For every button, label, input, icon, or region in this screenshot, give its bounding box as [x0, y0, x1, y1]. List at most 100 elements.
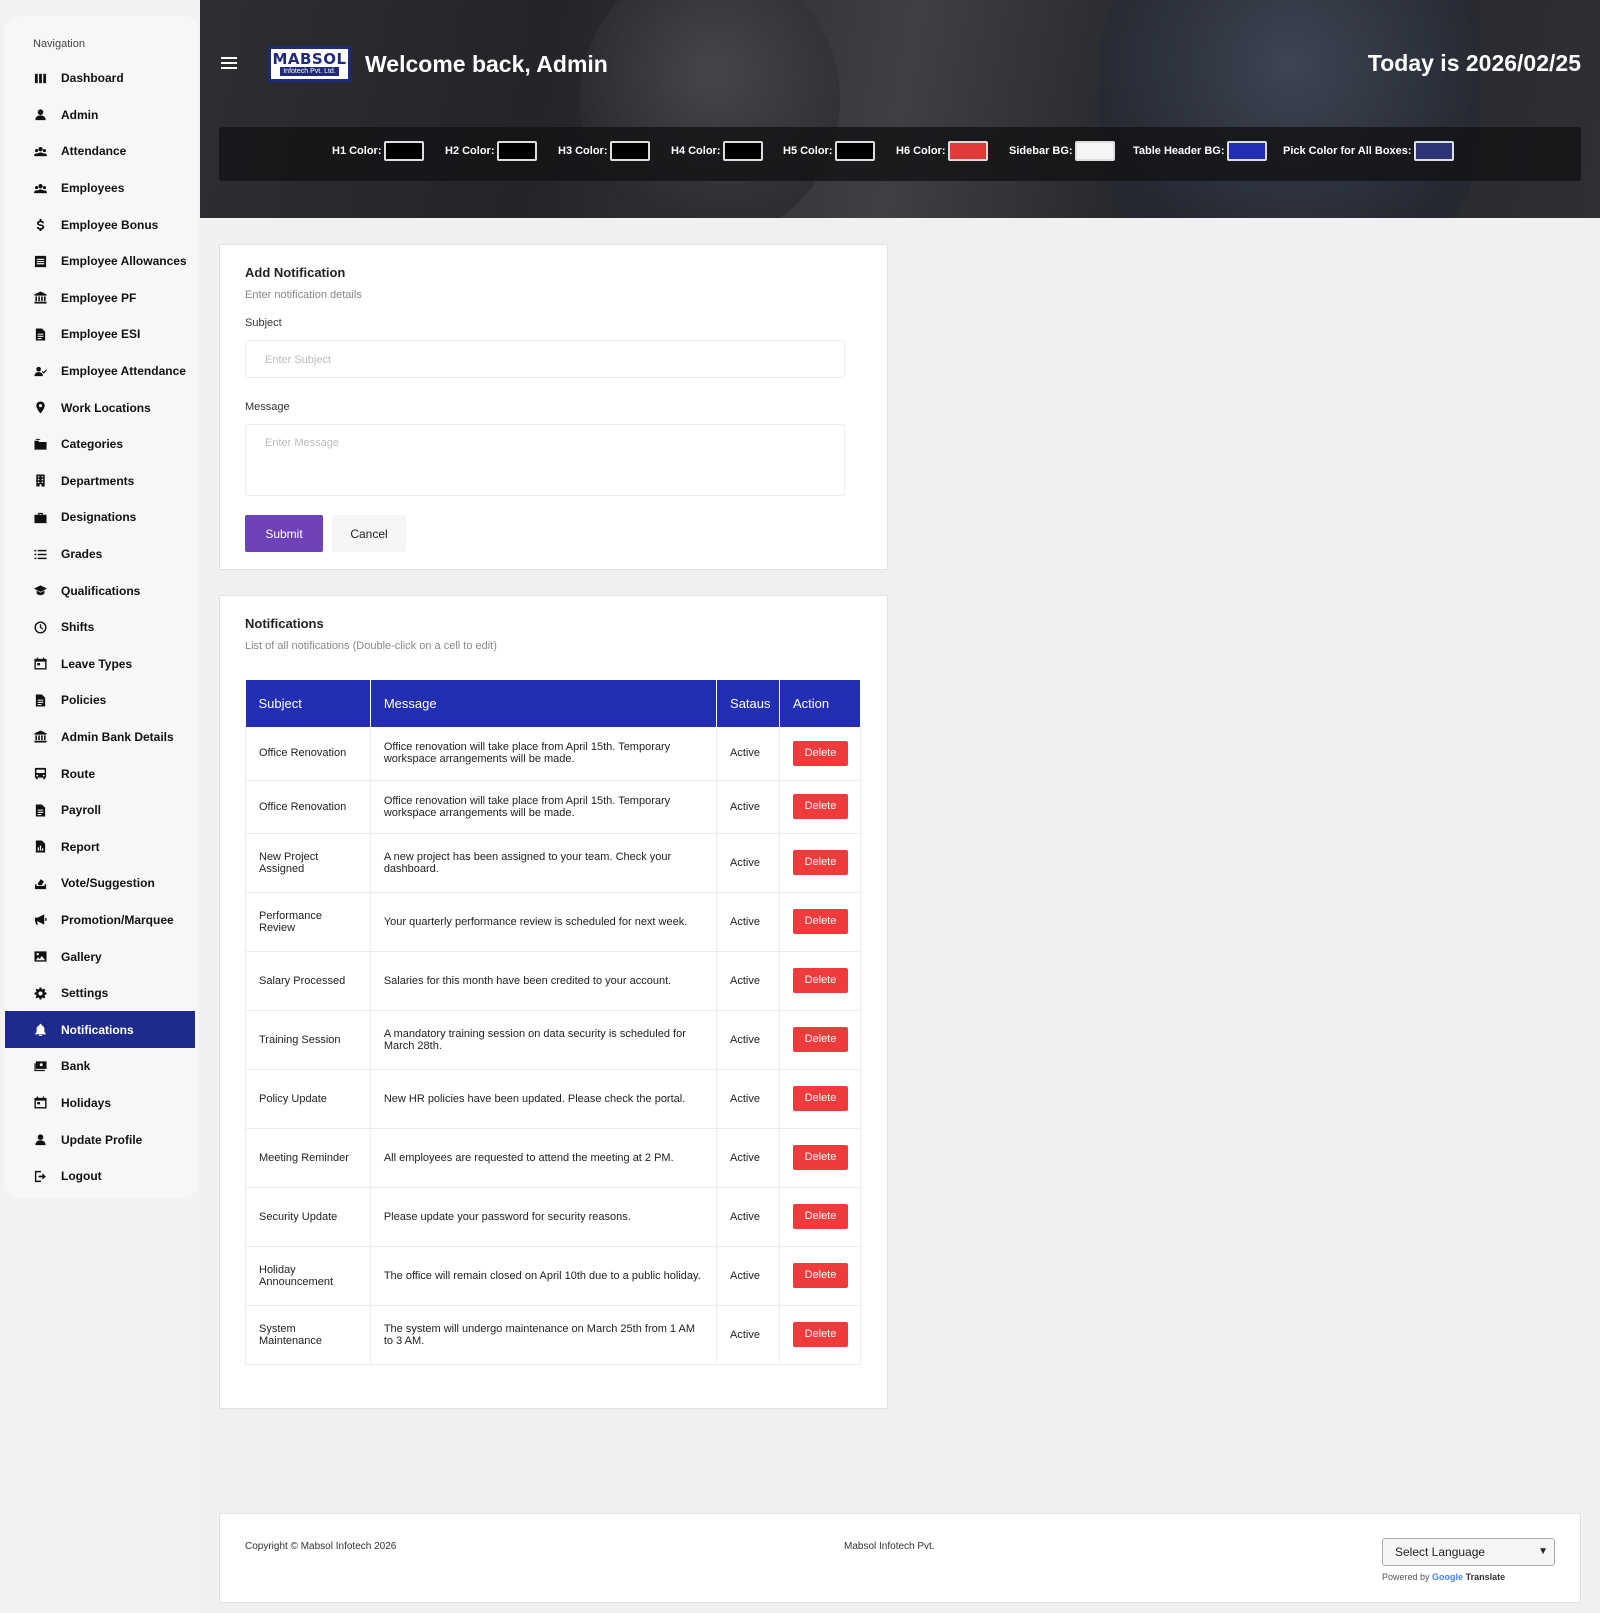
sidebar-item-update-profile[interactable]: Update Profile	[5, 1121, 195, 1158]
sidebar-item-gallery[interactable]: Gallery	[5, 938, 195, 975]
sidebar-item-admin-bank-details[interactable]: Admin Bank Details	[5, 719, 195, 756]
cell-subject[interactable]: Holiday Announcement	[245, 1246, 371, 1306]
sidebar-item-report[interactable]: Report	[5, 828, 195, 865]
sidebar-item-shifts[interactable]: Shifts	[5, 609, 195, 646]
sidebar-item-payroll[interactable]: Payroll	[5, 792, 195, 829]
cell-status[interactable]: Active	[716, 833, 780, 893]
cell-message[interactable]: The office will remain closed on April 1…	[370, 1246, 718, 1306]
sidebar-item-grades[interactable]: Grades	[5, 536, 195, 573]
color-swatch[interactable]	[1226, 141, 1267, 161]
sidebar-item-holidays[interactable]: Holidays	[5, 1085, 195, 1122]
bank-icon	[33, 291, 47, 305]
color-swatch[interactable]	[947, 141, 988, 161]
sidebar-item-employee-esi[interactable]: Employee ESI	[5, 316, 195, 353]
delete-button[interactable]: Delete	[792, 909, 848, 934]
cell-message[interactable]: A mandatory training session on data sec…	[370, 1010, 718, 1070]
color-swatch[interactable]	[1074, 141, 1115, 161]
delete-button[interactable]: Delete	[792, 794, 848, 819]
sidebar-item-dashboard[interactable]: Dashboard	[5, 60, 195, 97]
cell-subject[interactable]: Office Renovation	[245, 727, 371, 781]
cell-message[interactable]: Your quarterly performance review is sch…	[370, 892, 718, 952]
sidebar-item-employee-bonus[interactable]: Employee Bonus	[5, 206, 195, 243]
menu-toggle-icon[interactable]	[221, 57, 237, 69]
cell-message[interactable]: Office renovation will take place from A…	[370, 727, 718, 781]
color-picker-label: H1 Color:	[332, 145, 382, 157]
cell-subject[interactable]: Security Update	[245, 1187, 371, 1247]
submit-button[interactable]: Submit	[245, 515, 323, 552]
cell-status[interactable]: Active	[716, 1069, 780, 1129]
cell-subject[interactable]: System Maintenance	[245, 1305, 371, 1365]
delete-button[interactable]: Delete	[792, 740, 848, 766]
subject-input[interactable]: Enter Subject	[245, 340, 845, 378]
sidebar-item-employees[interactable]: Employees	[5, 170, 195, 207]
delete-button[interactable]: Delete	[792, 968, 848, 993]
language-select[interactable]: Select Language ▼	[1382, 1538, 1555, 1566]
cell-status[interactable]: Active	[716, 780, 780, 834]
translate-link[interactable]: Translate	[1466, 1572, 1506, 1582]
sidebar-item-employee-attendance[interactable]: Employee Attendance	[5, 353, 195, 390]
sidebar-item-vote-suggestion[interactable]: Vote/Suggestion	[5, 865, 195, 902]
sidebar-item-departments[interactable]: Departments	[5, 463, 195, 500]
cell-message[interactable]: All employees are requested to attend th…	[370, 1128, 718, 1188]
sidebar-item-employee-pf[interactable]: Employee PF	[5, 280, 195, 317]
cell-status[interactable]: Active	[716, 1010, 780, 1070]
cell-message[interactable]: Office renovation will take place from A…	[370, 780, 718, 834]
sidebar-item-qualifications[interactable]: Qualifications	[5, 572, 195, 609]
sidebar-item-work-locations[interactable]: Work Locations	[5, 389, 195, 426]
delete-button[interactable]: Delete	[792, 1145, 848, 1170]
sidebar-item-designations[interactable]: Designations	[5, 499, 195, 536]
cell-subject[interactable]: Policy Update	[245, 1069, 371, 1129]
color-swatch[interactable]	[1413, 141, 1454, 161]
cell-message[interactable]: Please update your password for security…	[370, 1187, 718, 1247]
cell-subject[interactable]: Office Renovation	[245, 780, 371, 834]
sidebar-item-label: Settings	[61, 986, 109, 1001]
sidebar-item-admin[interactable]: Admin	[5, 97, 195, 134]
color-swatch[interactable]	[834, 141, 875, 161]
sidebar-item-leave-types[interactable]: Leave Types	[5, 646, 195, 683]
sidebar-item-promotion-marquee[interactable]: Promotion/Marquee	[5, 902, 195, 939]
delete-button[interactable]: Delete	[792, 850, 848, 875]
briefcase-icon	[33, 510, 47, 524]
delete-button[interactable]: Delete	[792, 1263, 848, 1288]
cell-message[interactable]: New HR policies have been updated. Pleas…	[370, 1069, 718, 1129]
cell-action: Delete	[779, 892, 862, 952]
cell-message[interactable]: A new project has been assigned to your …	[370, 833, 718, 893]
sidebar-item-categories[interactable]: Categories	[5, 426, 195, 463]
delete-button[interactable]: Delete	[792, 1086, 848, 1111]
cancel-button[interactable]: Cancel	[332, 515, 406, 552]
cell-status[interactable]: Active	[716, 892, 780, 952]
delete-button[interactable]: Delete	[792, 1027, 848, 1052]
cell-status[interactable]: Active	[716, 1246, 780, 1306]
sidebar-item-notifications[interactable]: Notifications	[5, 1011, 195, 1049]
color-swatch[interactable]	[496, 141, 537, 161]
delete-button[interactable]: Delete	[792, 1204, 848, 1229]
sidebar-item-bank[interactable]: Bank	[5, 1048, 195, 1085]
sidebar-item-settings[interactable]: Settings	[5, 975, 195, 1012]
message-textarea[interactable]: Enter Message	[245, 424, 845, 496]
cell-subject[interactable]: Meeting Reminder	[245, 1128, 371, 1188]
column-header-action: Action	[779, 680, 862, 727]
cell-status[interactable]: Active	[716, 1128, 780, 1188]
cell-status[interactable]: Active	[716, 1187, 780, 1247]
sidebar-item-logout[interactable]: Logout	[5, 1158, 195, 1195]
cell-status[interactable]: Active	[716, 951, 780, 1011]
table-row: Training Session A mandatory training ses…	[245, 1010, 862, 1070]
cell-message[interactable]: Salaries for this month have been credit…	[370, 951, 718, 1011]
sidebar-item-label: Gallery	[61, 949, 102, 964]
color-swatch[interactable]	[383, 141, 424, 161]
sidebar-item-employee-allowances[interactable]: Employee Allowances	[5, 243, 195, 280]
cell-subject[interactable]: Training Session	[245, 1010, 371, 1070]
sidebar-item-attendance[interactable]: Attendance	[5, 133, 195, 170]
cell-subject[interactable]: Performance Review	[245, 892, 371, 952]
cell-subject[interactable]: Salary Processed	[245, 951, 371, 1011]
color-swatch[interactable]	[609, 141, 650, 161]
cell-status[interactable]: Active	[716, 727, 780, 781]
sidebar-item-route[interactable]: Route	[5, 755, 195, 792]
cell-message[interactable]: The system will undergo maintenance on M…	[370, 1305, 718, 1365]
chevron-down-icon: ▼	[1538, 1546, 1548, 1557]
sidebar-item-policies[interactable]: Policies	[5, 682, 195, 719]
cell-status[interactable]: Active	[716, 1305, 780, 1365]
cell-subject[interactable]: New Project Assigned	[245, 833, 371, 893]
delete-button[interactable]: Delete	[792, 1322, 848, 1347]
color-swatch[interactable]	[722, 141, 763, 161]
